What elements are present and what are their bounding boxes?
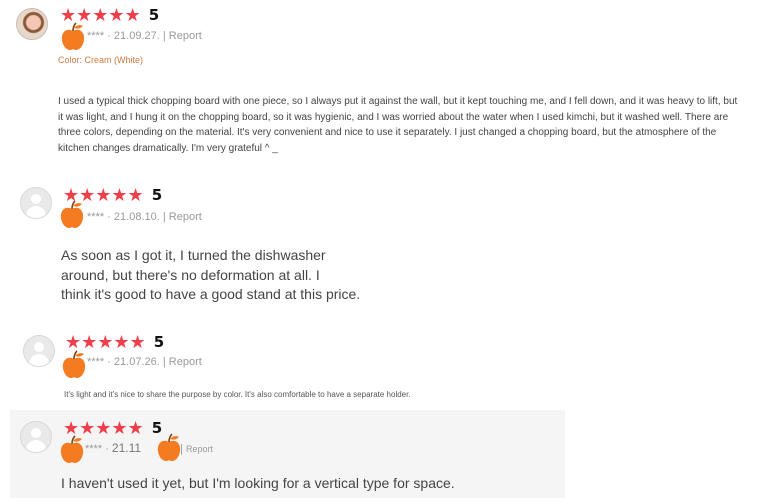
- rating-score: 5: [151, 186, 163, 204]
- reviewer-avatar: [23, 335, 55, 367]
- review-meta: **** · 21.11 | Report: [85, 441, 214, 455]
- reviewer-id: ****: [87, 30, 105, 42]
- reviewer-avatar: [20, 421, 52, 453]
- review-text-line: around, but there's no deformation at al…: [61, 266, 320, 283]
- report-link[interactable]: Report: [169, 356, 202, 368]
- apple-sticker-icon: [61, 22, 85, 50]
- apple-sticker-icon: [60, 200, 84, 228]
- review-text-line: think it's good to have a good stand at …: [61, 286, 361, 302]
- review-date: 21.08.10.: [113, 211, 160, 223]
- reviewer-avatar: [16, 8, 48, 40]
- review-text: I used a typical thick chopping board wi…: [58, 96, 738, 154]
- star-rating: ★★★★★ 5: [65, 333, 164, 351]
- product-option: Color: Cream (White): [58, 55, 144, 65]
- reviewer-avatar: [20, 187, 52, 219]
- reviewer-id: ****: [85, 443, 103, 455]
- reviewer-id: ****: [87, 356, 105, 368]
- stars-icon: ★★★★★: [65, 332, 146, 352]
- review-date: 21.09.27.: [113, 30, 160, 42]
- apple-sticker-icon: [62, 350, 86, 378]
- review-text-line: As soon as I got it, I turned the dishwa…: [61, 247, 326, 263]
- report-link[interactable]: Report: [169, 211, 202, 223]
- apple-sticker-icon: [60, 435, 84, 463]
- rating-score: 5: [153, 333, 165, 351]
- review-date: 21.11: [111, 441, 142, 455]
- reviewer-id: ****: [87, 211, 105, 223]
- report-link[interactable]: Report: [186, 444, 213, 454]
- report-link[interactable]: Report: [169, 30, 202, 42]
- review-date: 21.07.26.: [113, 356, 160, 368]
- apple-sticker-icon: [157, 433, 181, 461]
- review-meta: **** · 21.08.10. | Report: [87, 211, 202, 223]
- review-text: It's light and it's nice to share the pu…: [64, 390, 411, 399]
- review-meta: **** · 21.07.26. | Report: [87, 356, 202, 368]
- review-text: As soon as I got it, I turned the dishwa…: [61, 246, 381, 305]
- review-text: I haven't used it yet, but I'm looking f…: [61, 475, 455, 491]
- rating-score: 5: [148, 6, 160, 24]
- review-meta: **** · 21.09.27. | Report: [87, 30, 202, 42]
